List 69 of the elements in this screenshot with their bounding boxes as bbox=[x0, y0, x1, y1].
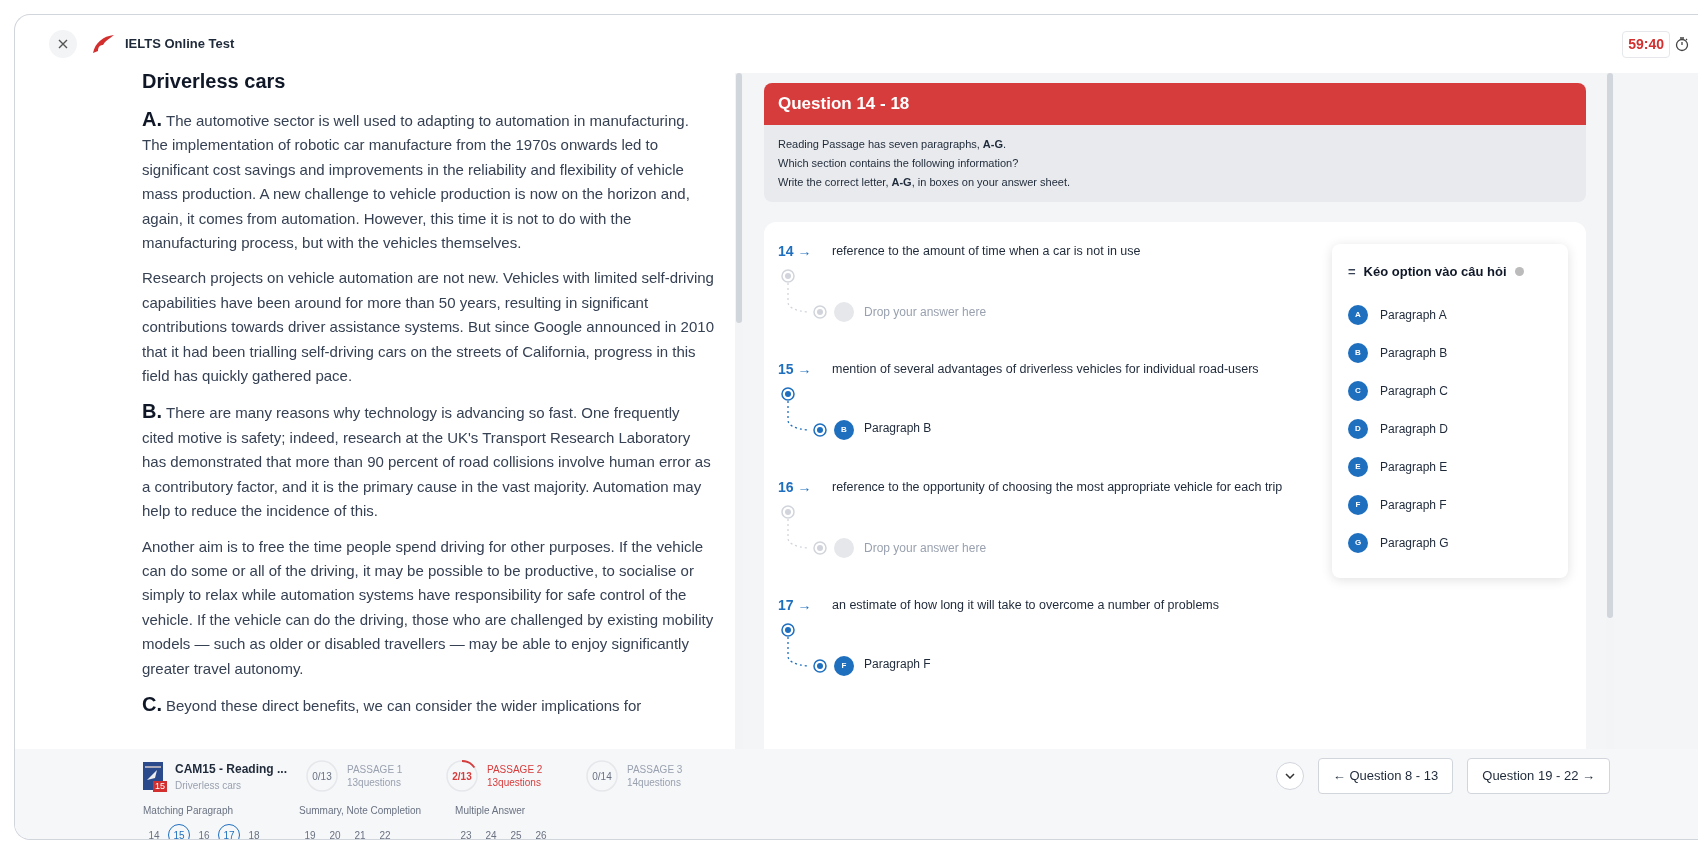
collapse-button[interactable] bbox=[1275, 762, 1304, 790]
option-item[interactable]: G Paragraph G bbox=[1348, 523, 1552, 562]
option-item[interactable]: B Paragraph B bbox=[1348, 333, 1552, 372]
next-button[interactable]: Question 19 - 22 → bbox=[1467, 758, 1610, 794]
book-subtitle: Driverless cars bbox=[175, 778, 243, 793]
question-text: an estimate of how long it will take to overcome a number of problems bbox=[832, 596, 1220, 614]
answer-badge: B bbox=[834, 420, 854, 440]
passage-paragraph: C. Beyond these direct benefits, we can consider the wider implications for bbox=[142, 691, 643, 717]
logo-icon bbox=[91, 33, 115, 55]
book-badge: 15 bbox=[153, 781, 167, 792]
stopwatch-icon bbox=[1674, 36, 1690, 52]
option-item[interactable]: F Paragraph F bbox=[1348, 485, 1552, 524]
chevron-down-icon bbox=[1284, 773, 1295, 779]
question-number-button[interactable]: 19 bbox=[299, 824, 321, 839]
passage-title: Driverless cars bbox=[142, 73, 287, 93]
option-item[interactable]: C Paragraph C bbox=[1348, 371, 1552, 410]
question-number-button[interactable]: 25 bbox=[505, 824, 528, 839]
question-number-button[interactable]: 26 bbox=[530, 824, 553, 839]
question-number-button[interactable]: 22 bbox=[374, 824, 396, 839]
question-number: 15 → bbox=[778, 359, 813, 379]
passage-tab[interactable]: 0/13 PASSAGE 1 13questions bbox=[305, 759, 445, 793]
question-number-button[interactable]: 23 bbox=[455, 824, 478, 839]
passage-paragraph: B. There are many reasons why technology is advancing so fast. One frequently cited motive is safety; indeed, research at the UK's Transport Research Laboratory has demonstrated that more than 90 percent of road collisions involve human error as a contributory factor, and it is the primary cause in the vast majority. Automation may help to reduce the incidence of this. bbox=[142, 399, 712, 522]
passage-paragraph: Another aim is to free the time people spend driving for other purposes. If the vehicle can do some or all of the driving, it may be possible to be productive, to socialise or simply to relax while automation systems have responsibility for safe control of the vehicle. If the vehicle can do the driving, those who are challenged by existing mobility models — such as older or disabled travellers — may be able to enjoy significantly greater travel autonomy. bbox=[142, 536, 714, 679]
close-button[interactable] bbox=[49, 30, 77, 58]
connector-drawing bbox=[780, 504, 828, 556]
book-cover-icon bbox=[143, 762, 163, 790]
question-text: reference to the amount of time when a car is not in use bbox=[832, 242, 1142, 260]
question-header: Question 14 - 18 bbox=[764, 83, 1586, 125]
option-item[interactable]: A Paragraph A bbox=[1348, 295, 1552, 334]
question-number: 16 → bbox=[778, 477, 813, 497]
drag-handle[interactable]: = bbox=[1348, 262, 1356, 282]
passage-tab[interactable]: 0/14 PASSAGE 3 14questions bbox=[585, 759, 725, 793]
answer-drop-zone[interactable]: Drop your answer here bbox=[834, 538, 987, 558]
question-number-button[interactable]: 18 bbox=[243, 824, 265, 839]
info-icon bbox=[1514, 267, 1524, 277]
scrollbar-thumb[interactable] bbox=[1607, 73, 1613, 618]
app-title: IELTS Online Test bbox=[125, 35, 235, 54]
option-item[interactable]: E Paragraph E bbox=[1348, 447, 1552, 486]
instructions-panel: Reading Passage has seven paragraphs, A-G. Which section contains the following information? Write the correct letter, A-G, in boxes on your answer sheet. bbox=[764, 125, 1586, 202]
passage-tab[interactable]: 2/13 PASSAGE 2 13questions bbox=[445, 759, 585, 793]
group-title: Multiple Answer bbox=[455, 804, 527, 818]
close-icon bbox=[58, 39, 68, 49]
options-title: Kéo option vào câu hỏi bbox=[1363, 263, 1507, 281]
answer-label: Paragraph F bbox=[864, 656, 931, 673]
connector-drawing bbox=[780, 386, 828, 438]
question-number: 14 → bbox=[778, 241, 813, 261]
connector-drawing bbox=[780, 622, 828, 674]
group-title: Matching Paragraph bbox=[143, 804, 235, 818]
answer-badge: F bbox=[834, 656, 854, 676]
previous-button[interactable]: ← Question 8 - 13 bbox=[1317, 758, 1454, 794]
question-number: 17 → bbox=[778, 595, 813, 615]
question-text: mention of several advantages of driverless vehicles for individual road-users bbox=[832, 360, 1260, 378]
scrollbar-thumb[interactable] bbox=[736, 73, 742, 323]
book-title: CAM15 - Reading ... bbox=[175, 760, 288, 778]
passage-paragraph: A. The automotive sector is well used to adapting to automation in manufacturing. The implementation of robotic car manufacture from the 1970s onwards led to significant cost savings and improvements in the reliability and flexibility of vehicle mass production. A new challenge to vehicle production is now on the horizon and, again, it comes from automation. However, this time it is not to do with the manufacturing process, but with the vehicles themselves. bbox=[142, 107, 691, 254]
question-text: reference to the opportunity of choosing the most appropriate vehicle for each trip bbox=[832, 478, 1284, 496]
question-number-button[interactable]: 16 bbox=[193, 824, 215, 839]
passage-paragraph: Research projects on vehicle automation are not new. Vehicles with limited self-driving capabilities have been around for more than 50 years, resulting in significant contributions towards driver assistance systems. But since Google announced in 2010 that it had been trialling self-driving cars on the streets of California, progress in this field has quickly gathered pace. bbox=[142, 268, 714, 387]
question-number-button[interactable]: 20 bbox=[324, 824, 346, 839]
connector-drawing bbox=[780, 268, 828, 320]
question-number-button[interactable]: 14 bbox=[143, 824, 165, 839]
group-title: Summary, Note Completion bbox=[299, 804, 422, 818]
timer: 59:40 bbox=[1622, 30, 1670, 58]
question-number-button[interactable]: 24 bbox=[480, 824, 503, 839]
answer-drop-zone[interactable]: Drop your answer here bbox=[834, 302, 987, 322]
answer-label: Paragraph B bbox=[864, 420, 932, 437]
question-number-button[interactable]: 21 bbox=[349, 824, 371, 839]
option-item[interactable]: D Paragraph D bbox=[1348, 409, 1552, 448]
